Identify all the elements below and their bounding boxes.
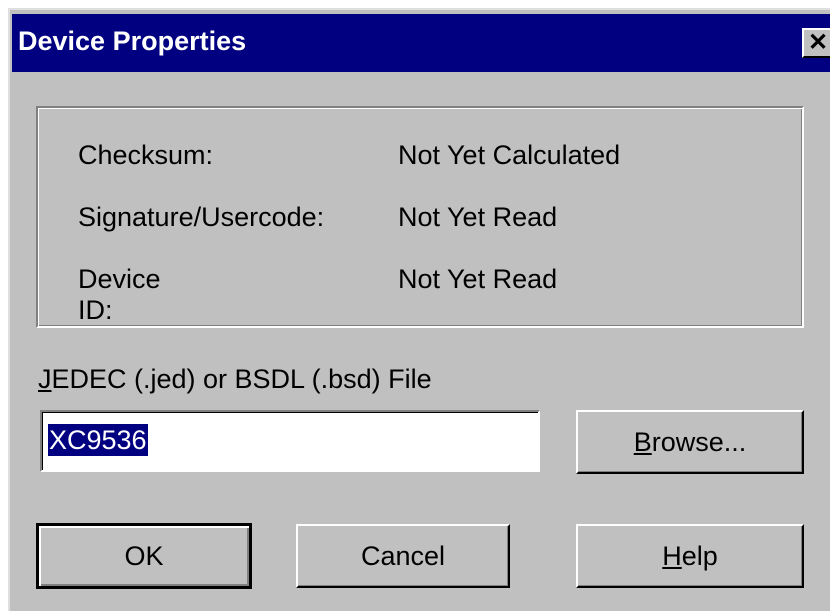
device-id-value: Not Yet Read: [398, 264, 558, 294]
cancel-button[interactable]: Cancel: [296, 524, 510, 588]
close-button[interactable]: ✕: [802, 28, 830, 58]
ok-button[interactable]: OK: [36, 523, 252, 589]
file-input-value[interactable]: XC9536: [48, 424, 148, 456]
device-info-group: Checksum: Not Yet Calculated Signature/U…: [36, 106, 804, 328]
device-id-label: Device ID:: [78, 264, 161, 325]
file-field-label: JEDEC (.jed) or BSDL (.bsd) File: [38, 364, 432, 394]
signature-value: Not Yet Read: [398, 202, 558, 232]
title-bar[interactable]: Device Properties ✕: [12, 14, 830, 72]
browse-button[interactable]: Browse...: [576, 410, 804, 474]
checksum-value: Not Yet Calculated: [398, 140, 621, 170]
device-properties-dialog: Device Properties ✕ Checksum: Not Yet Ca…: [8, 8, 830, 611]
signature-label: Signature/Usercode:: [78, 202, 325, 232]
close-icon: ✕: [807, 29, 829, 56]
dialog-title: Device Properties: [18, 26, 247, 56]
checksum-label: Checksum:: [78, 140, 214, 170]
help-button[interactable]: Help: [576, 524, 804, 588]
file-input[interactable]: XC9536: [40, 410, 540, 472]
